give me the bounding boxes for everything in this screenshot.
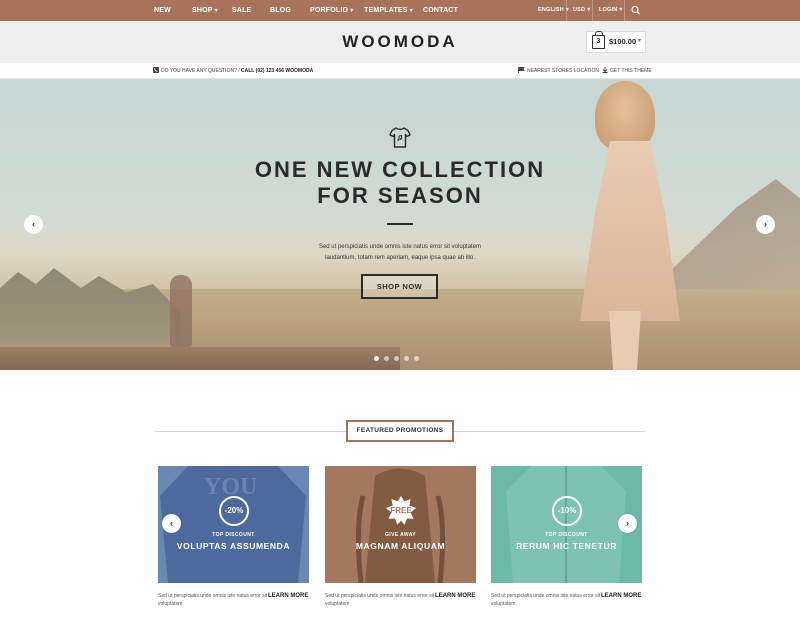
hero-content: ONE NEW COLLECTION FOR SEASON Sed ut per…	[200, 79, 600, 370]
promo-card[interactable]: FREE GIVE AWAY MAGNAM ALIQUAM	[325, 466, 476, 583]
shopping-bag-icon: 3	[592, 31, 605, 49]
site-header: WOOMODA 3 $100.00 ▾	[0, 21, 800, 63]
search-button[interactable]	[624, 0, 646, 21]
hero-title-line: FOR SEASON	[317, 183, 483, 208]
slider-pagination	[374, 348, 424, 366]
language-label: ENGLISH	[538, 7, 564, 13]
chevron-left-icon: ‹	[32, 219, 35, 229]
tshirt-icon	[389, 127, 411, 148]
get-theme-link[interactable]: GET THIS THEME	[602, 67, 652, 74]
nav-label: NEW	[154, 7, 171, 14]
flag-icon	[518, 67, 525, 73]
site-logo[interactable]: WOOMODA	[0, 32, 800, 52]
chevron-down-icon: ▾	[638, 38, 642, 44]
slider-dot[interactable]	[384, 356, 389, 361]
top-navigation-bar: NEW SHOP ▾ SALE BLOG PORFOLIO ▾ TEMPLATES ▾…	[0, 0, 800, 21]
divider	[387, 223, 413, 225]
slider-dot[interactable]	[394, 356, 399, 361]
promo-subtitle: TOP DISCOUNT	[212, 532, 255, 538]
cart-button[interactable]: 3 $100.00 ▾	[586, 31, 646, 53]
nav-label: SALE	[232, 7, 252, 14]
learn-more-link[interactable]: LEARN MORE	[435, 593, 475, 599]
discount-badge: -20%	[219, 496, 249, 526]
contact-info: DO YOU HAVE ANY QUESTION? / CALL (02) 12…	[153, 67, 313, 74]
slider-dot[interactable]	[414, 356, 419, 361]
nearest-stores-link[interactable]: NEAREST STORES LOCATION	[518, 67, 599, 74]
phone-icon	[153, 67, 159, 73]
nav-item-blog[interactable]: BLOG	[270, 0, 291, 21]
call-text: CALL (02) 123 456 WOOMODA	[241, 68, 314, 74]
hero-text: Sed ut perspiciatis unde omnis iste natu…	[290, 242, 510, 264]
chevron-left-icon: ‹	[170, 518, 173, 528]
divider	[566, 0, 567, 21]
currency-selector[interactable]: USD ▾	[573, 0, 590, 21]
login-label: LOGIN	[599, 7, 618, 13]
nav-item-templates[interactable]: TEMPLATES ▾	[364, 0, 413, 21]
hero-title-line: ONE NEW COLLECTION	[254, 157, 546, 182]
promo-description: Sed ut perspiciatis unde omnis iste natu…	[325, 593, 435, 607]
shop-now-button[interactable]: SHOP NOW	[361, 274, 438, 299]
stores-label: NEAREST STORES LOCATION	[527, 68, 599, 74]
nav-label: BLOG	[270, 7, 292, 14]
promo-description: Sed ut perspiciatis unde omnis iste natu…	[491, 593, 601, 607]
cart-total: $100.00	[609, 37, 637, 46]
hero-prev-arrow[interactable]: ‹	[24, 215, 43, 234]
promo-subtitle: GIVE AWAY	[384, 532, 417, 538]
promo-next-arrow[interactable]: ›	[618, 514, 637, 533]
slider-dot[interactable]	[374, 356, 379, 361]
chevron-right-icon: ›	[764, 219, 767, 229]
nav-item-sale[interactable]: SALE	[232, 0, 251, 21]
promo-name: RERUM HIC TENETUR	[516, 541, 617, 551]
featured-promotions-title: FEATURED PROMOTIONS	[346, 420, 454, 442]
backpack-image	[355, 468, 446, 583]
nav-item-shop[interactable]: SHOP ▾	[192, 0, 218, 21]
login-link[interactable]: LOGIN ▾	[599, 0, 623, 21]
hero-title: ONE NEW COLLECTION FOR SEASON	[200, 157, 600, 209]
promo-name: MAGNAM ALIQUAM	[355, 541, 446, 551]
nav-item-portfolio[interactable]: PORFOLIO ▾	[310, 0, 353, 21]
chevron-down-icon: ▾	[619, 7, 623, 13]
hero-text-line: Sed ut perspiciatis unde omnis iste natu…	[318, 244, 482, 250]
cart-count: 3	[596, 38, 601, 45]
language-selector[interactable]: ENGLISH ▾	[538, 0, 569, 21]
promo-name: VOLUPTAS ASSUMENDA	[176, 541, 291, 551]
chevron-down-icon: ▾	[214, 8, 218, 14]
learn-more-link[interactable]: LEARN MORE	[268, 593, 308, 599]
nav-label: TEMPLATES	[364, 7, 408, 14]
chevron-down-icon: ▾	[587, 7, 591, 13]
nav-label: SHOP	[192, 7, 213, 14]
hero-next-arrow[interactable]: ›	[756, 215, 775, 234]
hero-slider: ONE NEW COLLECTION FOR SEASON Sed ut per…	[0, 79, 800, 370]
download-icon	[602, 67, 608, 73]
nav-label: CONTACT	[423, 7, 459, 14]
question-text: DO YOU HAVE ANY QUESTION?	[161, 68, 237, 74]
chevron-down-icon: ▾	[350, 8, 354, 14]
discount-badge: -10%	[552, 496, 582, 526]
currency-label: USD	[573, 7, 586, 13]
nav-item-new[interactable]: NEW	[154, 0, 171, 21]
learn-more-link[interactable]: LEARN MORE	[601, 593, 641, 599]
chevron-right-icon: ›	[626, 518, 629, 528]
info-bar: DO YOU HAVE ANY QUESTION? / CALL (02) 12…	[0, 63, 800, 79]
divider	[592, 0, 593, 21]
nav-label: PORFOLIO	[310, 7, 349, 14]
search-icon	[631, 5, 640, 15]
promo-subtitle: TOP DISCOUNT	[545, 532, 588, 538]
chevron-down-icon: ▾	[409, 8, 413, 14]
nav-item-contact[interactable]: CONTACT	[423, 0, 458, 21]
get-theme-label: GET THIS THEME	[610, 68, 652, 74]
promo-description: Sed ut perspiciatis unde omnis iste natu…	[158, 593, 268, 607]
slider-dot[interactable]	[404, 356, 409, 361]
promo-prev-arrow[interactable]: ‹	[162, 514, 181, 533]
hero-text-line: laudantium, totam rem aperiam, eaque ips…	[325, 255, 475, 261]
